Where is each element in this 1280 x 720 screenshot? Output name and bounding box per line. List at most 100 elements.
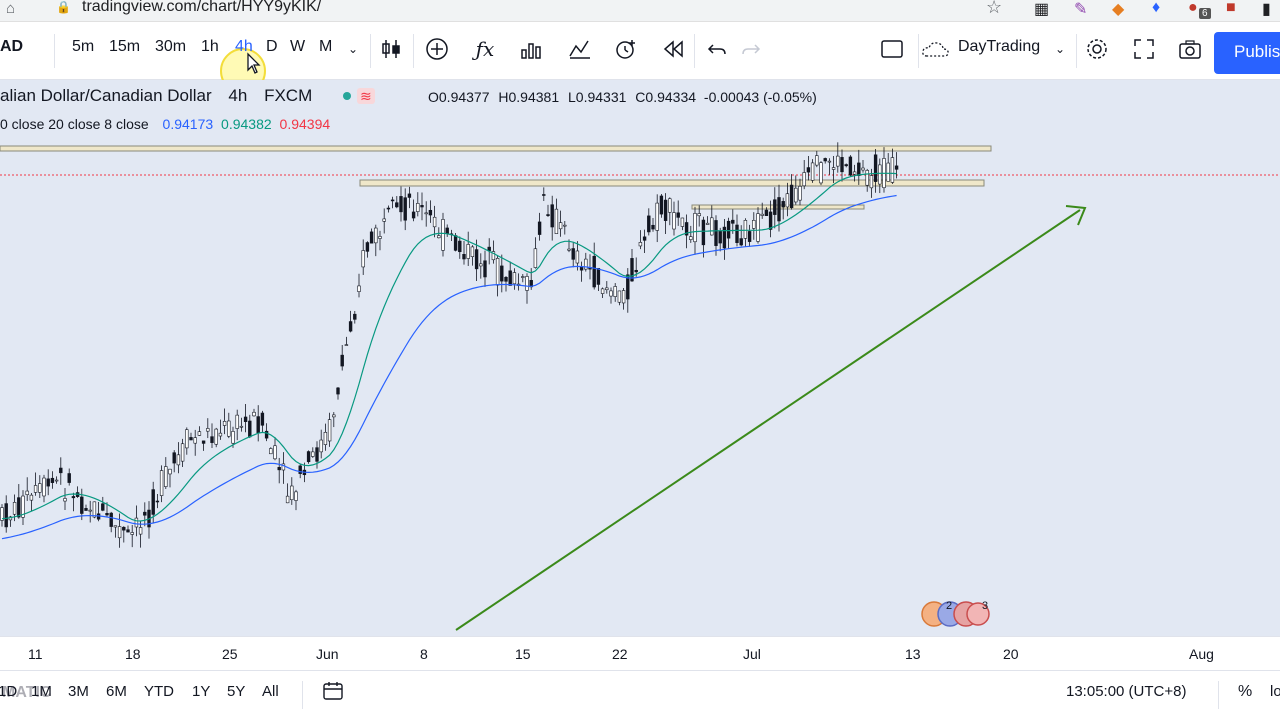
time-tick: 22 bbox=[612, 646, 628, 662]
ohlc-values: O0.94377 H0.94381 L0.94331 C0.94334 -0.0… bbox=[428, 89, 817, 105]
candle-body bbox=[605, 287, 609, 291]
cloud-icon[interactable] bbox=[920, 32, 954, 66]
candle-body bbox=[365, 242, 370, 252]
log-scale-toggle[interactable]: lo bbox=[1270, 683, 1280, 700]
candle-body bbox=[227, 420, 231, 437]
candle-body bbox=[609, 290, 613, 297]
legend-interval: 4h bbox=[228, 86, 248, 105]
indicator-legend[interactable]: 0 close 20 close 8 close 0.94173 0.94382… bbox=[0, 116, 330, 132]
range-1y[interactable]: 1Y bbox=[192, 683, 210, 700]
diamond-extension-icon[interactable]: ♦ bbox=[1152, 0, 1160, 17]
symbol-legend[interactable]: alian Dollar/Canadian Dollar 4h FXCM ≋ bbox=[0, 86, 375, 106]
candle-body bbox=[798, 185, 802, 201]
resistance-zone-middle[interactable] bbox=[359, 179, 985, 187]
timezone-clock[interactable]: 13:05:00 (UTC+8) bbox=[1066, 683, 1186, 700]
financials-icon[interactable] bbox=[514, 32, 548, 66]
publish-button[interactable]: Publis bbox=[1214, 32, 1280, 74]
range-5y[interactable]: 5Y bbox=[227, 683, 245, 700]
candle-body bbox=[739, 238, 743, 246]
candle-body bbox=[54, 479, 59, 482]
candle-body bbox=[25, 490, 29, 495]
chevron-down-icon[interactable]: ⌄ bbox=[1055, 42, 1065, 56]
candle-body bbox=[768, 211, 773, 230]
candle-body bbox=[71, 496, 76, 499]
red-square-extension-icon[interactable]: ■ bbox=[1226, 0, 1236, 17]
gear-icon[interactable] bbox=[1080, 32, 1114, 66]
candle-body bbox=[122, 526, 126, 531]
candle-body bbox=[512, 272, 517, 285]
ohlc-open: O0.94377 bbox=[428, 89, 490, 105]
candle-body bbox=[878, 164, 882, 185]
red-extension-icon[interactable]: ● bbox=[1188, 0, 1198, 17]
candle-body bbox=[248, 420, 252, 438]
url-text[interactable]: tradingview.com/chart/HYY9yKIK/ bbox=[82, 0, 321, 16]
range-6m[interactable]: 6M bbox=[106, 683, 127, 700]
candle-body bbox=[726, 220, 731, 239]
candle-body bbox=[495, 258, 500, 286]
candle-body bbox=[815, 155, 819, 166]
compare-add-icon[interactable] bbox=[420, 32, 454, 66]
candle-body bbox=[340, 354, 344, 367]
fox-extension-icon[interactable]: ◆ bbox=[1112, 0, 1124, 19]
candles-style-icon[interactable] bbox=[374, 32, 408, 66]
candle-body bbox=[327, 419, 332, 442]
fullscreen-icon[interactable] bbox=[1127, 32, 1161, 66]
replay-rewind-icon[interactable] bbox=[657, 32, 691, 66]
layout-select-icon[interactable] bbox=[875, 32, 909, 66]
candle-body bbox=[533, 248, 538, 268]
economic-events-badges[interactable]: 2 3 bbox=[920, 598, 992, 630]
candle-body bbox=[831, 167, 836, 170]
interval-5m[interactable]: 5m bbox=[72, 38, 94, 56]
price-chart[interactable] bbox=[0, 80, 1280, 636]
bookmark-star-icon[interactable]: ☆ bbox=[986, 0, 1002, 18]
date-range-calendar-icon[interactable] bbox=[322, 681, 344, 705]
range-3m[interactable]: 3M bbox=[68, 683, 89, 700]
candle-body bbox=[500, 265, 504, 282]
candle-body bbox=[575, 250, 580, 264]
chevron-down-icon[interactable]: ⌄ bbox=[348, 42, 358, 56]
candle-body bbox=[323, 431, 328, 445]
candle-body bbox=[773, 199, 777, 215]
layout-name[interactable]: DayTrading bbox=[958, 38, 1040, 56]
pen-extension-icon[interactable]: ✎ bbox=[1074, 0, 1087, 19]
range-ytd[interactable]: YTD bbox=[144, 683, 174, 700]
home-icon[interactable]: ⌂ bbox=[6, 0, 15, 17]
candle-body bbox=[113, 525, 118, 528]
candle-body bbox=[542, 194, 546, 196]
range-all[interactable]: All bbox=[262, 683, 279, 700]
redo-icon[interactable] bbox=[734, 32, 768, 66]
candle-body bbox=[42, 477, 46, 497]
interval-1h[interactable]: 1h bbox=[201, 38, 219, 56]
interval-15m[interactable]: 15m bbox=[109, 38, 140, 56]
candle-body bbox=[794, 187, 798, 203]
templates-icon[interactable] bbox=[563, 32, 597, 66]
interval-m[interactable]: M bbox=[319, 38, 332, 56]
candle-body bbox=[290, 485, 294, 501]
candle-body bbox=[374, 227, 378, 244]
camera-icon[interactable] bbox=[1173, 32, 1207, 66]
trend-arrow-line[interactable] bbox=[455, 209, 1081, 631]
candle-body bbox=[747, 231, 752, 242]
candle-body bbox=[760, 213, 764, 216]
interval-w[interactable]: W bbox=[290, 38, 305, 56]
time-axis[interactable]: 11 18 25 Jun 8 15 22 Jul 13 20 Aug bbox=[0, 636, 1280, 670]
toolbar-divider bbox=[302, 681, 303, 709]
interval-30m[interactable]: 30m bbox=[155, 38, 186, 56]
symbol-search-button[interactable]: AD bbox=[0, 38, 23, 56]
percent-scale-toggle[interactable]: % bbox=[1238, 683, 1252, 701]
candle-body bbox=[638, 242, 643, 247]
more-extension-icon[interactable]: ▮ bbox=[1262, 0, 1271, 19]
candle-body bbox=[743, 220, 748, 239]
candle-body bbox=[781, 201, 785, 208]
candle-body bbox=[201, 440, 206, 444]
indicators-fx-icon[interactable]: ƒx bbox=[468, 32, 502, 66]
candle-body bbox=[701, 219, 706, 246]
candle-body bbox=[424, 212, 428, 215]
apps-grid-icon[interactable]: ▦ bbox=[1034, 0, 1049, 19]
alert-clock-icon[interactable] bbox=[609, 32, 643, 66]
moving-average-green bbox=[1, 172, 897, 522]
undo-icon[interactable] bbox=[700, 32, 734, 66]
lock-icon[interactable]: 🔒 bbox=[56, 0, 71, 14]
interval-d[interactable]: D bbox=[266, 38, 278, 56]
candle-body bbox=[12, 502, 17, 515]
